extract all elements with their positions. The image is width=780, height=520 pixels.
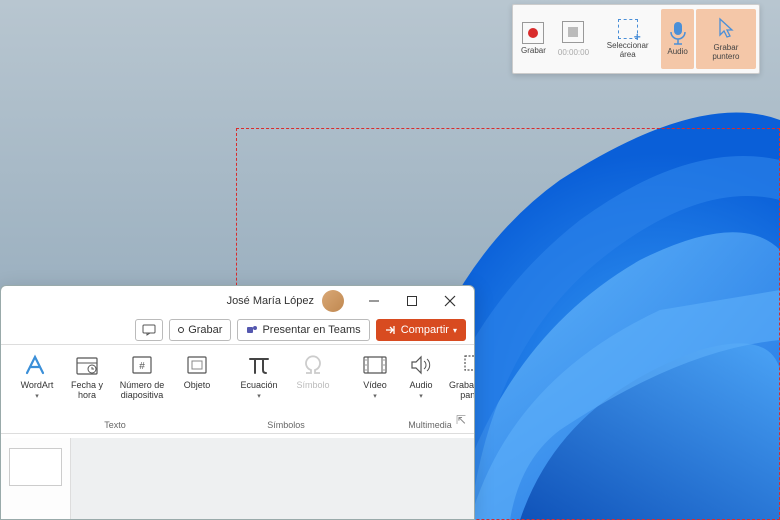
close-button[interactable] [432, 287, 468, 315]
equation-button[interactable]: Ecuación▾ [233, 349, 285, 402]
slide-number-button[interactable]: # Número de diapositiva [111, 349, 173, 403]
comment-icon [142, 324, 156, 336]
record-button[interactable]: Grabar [515, 9, 552, 69]
teams-icon [246, 324, 258, 336]
comments-button[interactable] [135, 319, 163, 341]
speaker-icon [409, 351, 433, 379]
stop-button: 00:00:00 [552, 9, 595, 69]
ribbon-group-text: WordArt▾ Fecha y hora # Número de diapos… [7, 349, 223, 433]
record-button[interactable]: Grabar [169, 319, 231, 341]
slide-thumbnail[interactable] [9, 448, 62, 486]
maximize-icon [406, 295, 418, 307]
ribbon: WordArt▾ Fecha y hora # Número de diapos… [1, 344, 474, 434]
user-name: José María López [227, 295, 314, 307]
avatar[interactable] [322, 290, 344, 312]
share-button[interactable]: Compartir▾ [376, 319, 466, 341]
maximize-button[interactable] [394, 287, 430, 315]
close-icon [444, 295, 456, 307]
minimize-icon [368, 295, 380, 307]
slide-area [1, 438, 474, 519]
record-icon [522, 22, 544, 44]
symbol-button: Símbolo [287, 349, 339, 402]
thumbnail-pane [1, 438, 71, 519]
slide-number-icon: # [130, 351, 154, 379]
record-dot-icon [178, 327, 184, 333]
timer-display: 00:00:00 [558, 48, 589, 57]
record-pointer-toggle-button[interactable]: Grabar puntero [696, 9, 756, 69]
wordart-button[interactable]: WordArt▾ [11, 349, 63, 403]
wordart-icon [23, 351, 51, 379]
pi-icon [246, 351, 272, 379]
ribbon-group-symbols: Ecuación▾ Símbolo Símbolos [229, 349, 343, 433]
video-button[interactable]: Vídeo▾ [353, 349, 397, 403]
datetime-button[interactable]: Fecha y hora [65, 349, 109, 403]
audio-button[interactable]: Audio▾ [399, 349, 443, 403]
action-bar: Grabar Presentar en Teams Compartir▾ [1, 316, 474, 344]
select-area-icon [618, 19, 638, 39]
screen-recording-icon: + [463, 351, 475, 379]
collapse-ribbon-icon[interactable]: ⇱ [456, 413, 466, 427]
video-icon [362, 351, 388, 379]
minimize-button[interactable] [356, 287, 392, 315]
powerpoint-window: José María López Grabar Presentar en Tea… [0, 285, 475, 520]
present-teams-button[interactable]: Presentar en Teams [237, 319, 369, 341]
object-icon [185, 351, 209, 379]
titlebar: José María López [1, 286, 474, 316]
calendar-icon [75, 351, 99, 379]
select-area-button[interactable]: Seleccionar área [595, 9, 660, 69]
omega-icon [300, 351, 326, 379]
microphone-icon [668, 21, 688, 45]
chevron-down-icon: ▾ [453, 326, 457, 335]
cursor-icon [716, 17, 736, 41]
audio-toggle-button[interactable]: Audio [661, 9, 693, 69]
screen-recording-toolbar: × ⇲ Grabar 00:00:00 Seleccionar área Aud… [512, 4, 760, 74]
screen-recording-button[interactable]: + Grabación de pantalla [445, 349, 475, 403]
object-button[interactable]: Objeto [175, 349, 219, 403]
share-icon [385, 325, 397, 335]
svg-text:#: # [139, 361, 145, 372]
stop-icon [562, 21, 584, 43]
